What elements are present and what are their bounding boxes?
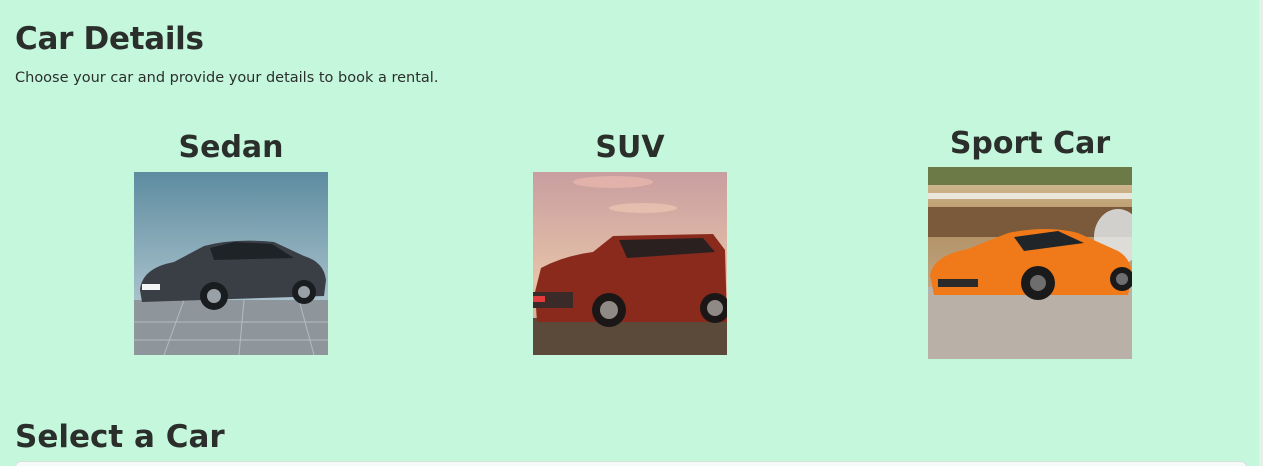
car-card-title: SUV [595, 130, 665, 165]
car-card-title: Sedan [178, 130, 284, 165]
page-subtitle: Choose your car and provide your details… [15, 70, 439, 86]
select-car-heading: Select a Car [15, 419, 225, 455]
sport-car-photo[interactable] [928, 167, 1132, 359]
car-card-title: Sport Car [949, 126, 1111, 161]
car-select[interactable] [15, 461, 1247, 466]
suv-photo[interactable] [533, 172, 727, 355]
car-card-suv[interactable]: SUV [533, 128, 727, 355]
sedan-photo[interactable] [134, 172, 328, 355]
car-card-sport-car[interactable]: Sport Car [928, 124, 1132, 359]
page: Car Details Choose your car and provide … [0, 0, 1263, 466]
car-card-sedan[interactable]: Sedan [134, 128, 328, 355]
scrollbar[interactable] [1259, 0, 1263, 466]
page-title: Car Details [15, 21, 204, 57]
